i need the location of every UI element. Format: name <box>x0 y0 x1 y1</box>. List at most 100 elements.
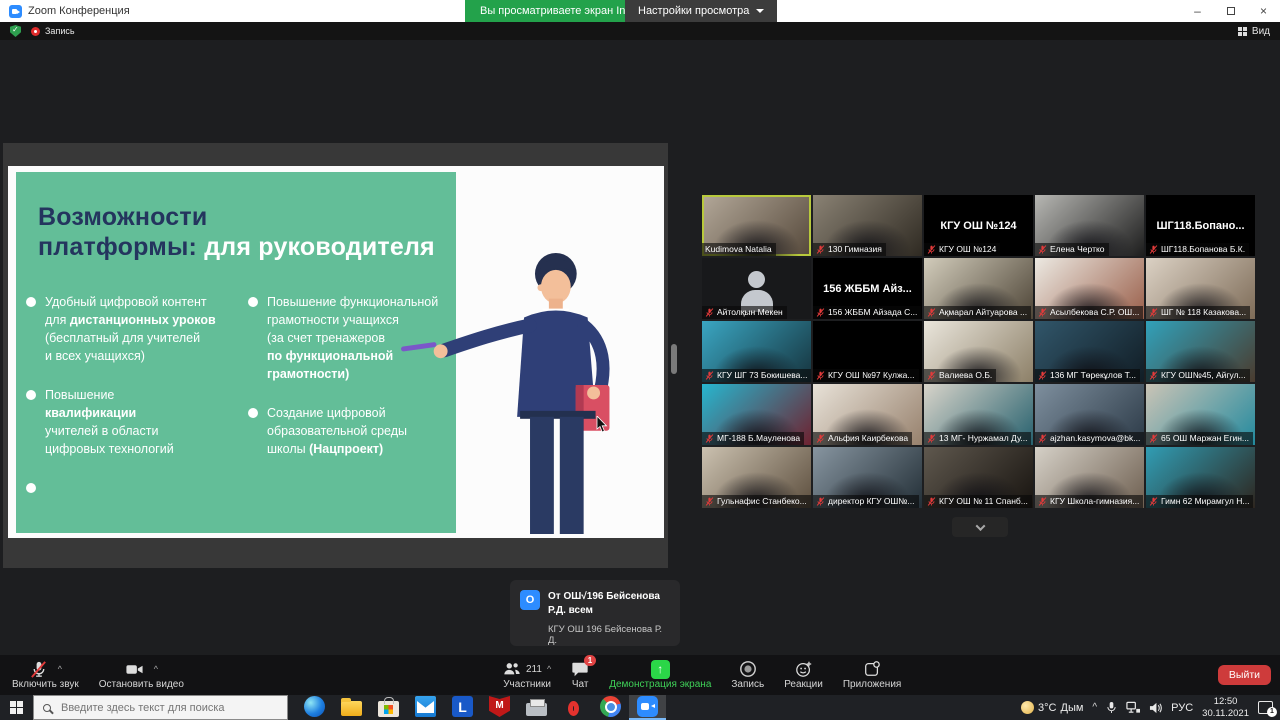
taskbar-app-zoom[interactable] <box>629 695 666 720</box>
collapse-gallery-button[interactable] <box>952 517 1008 537</box>
taskbar-app-edge[interactable] <box>296 695 333 720</box>
participant-tile[interactable]: директор КГУ ОШ№... <box>813 447 922 508</box>
muted-mic-icon <box>927 497 936 506</box>
maximize-button[interactable] <box>1214 0 1247 22</box>
view-settings-button[interactable]: Настройки просмотра <box>625 0 777 22</box>
bullet-dot <box>26 390 36 400</box>
participant-label: 136 МГ Төрекұлов Т... <box>1035 369 1140 382</box>
muted-mic-icon <box>816 497 825 506</box>
participant-tile[interactable]: Асылбекова С.Р. ОШ... <box>1035 258 1144 319</box>
record-button[interactable]: Запись <box>731 659 764 690</box>
weather-widget[interactable]: 3°C Дым <box>1021 701 1083 714</box>
chat-notification[interactable]: О От ОШ√196 Бейсенова Р.Д. всем КГУ ОШ 1… <box>510 580 680 646</box>
reactions-button[interactable]: Реакции <box>784 659 823 690</box>
participant-tile[interactable]: Альфия Каирбекова <box>813 384 922 445</box>
participant-tile[interactable]: 156 ЖББМ Айз...156 ЖББМ Айзада С... <box>813 258 922 319</box>
participant-tile[interactable]: КГУ ОШ №124КГУ ОШ №124 <box>924 195 1033 256</box>
participant-label: КГУ Школа-гимназия... <box>1035 495 1143 508</box>
taskbar-app-store[interactable] <box>370 695 407 720</box>
chat-notification-title: От ОШ√196 Бейсенова Р.Д. всем <box>548 590 670 617</box>
zoom-icon <box>637 696 658 717</box>
participant-tile[interactable]: Ақмарал Айтуарова ... <box>924 258 1033 319</box>
muted-mic-icon <box>927 434 936 443</box>
participant-tile[interactable]: Валиева О.Б. <box>924 321 1033 382</box>
slide-bullet: Создание цифровой образовательной среды … <box>248 404 460 458</box>
participant-tile[interactable]: ШГ № 118 Казакова... <box>1146 258 1255 319</box>
unmute-button[interactable]: ^ Включить звук <box>6 659 85 690</box>
participant-tile[interactable]: ajzhan.kasymova@bk... <box>1035 384 1144 445</box>
camera-icon <box>125 660 144 679</box>
taskbar-app-mcafee[interactable] <box>481 695 518 720</box>
mail-icon <box>415 696 436 717</box>
share-screen-button[interactable]: Демонстрация экрана <box>609 659 711 690</box>
scrollbar-thumb[interactable] <box>671 344 677 374</box>
minimize-button[interactable]: – <box>1181 0 1214 22</box>
participant-tile[interactable]: Айтолқын Мекен <box>702 258 811 319</box>
muted-mic-icon <box>1149 434 1158 443</box>
notification-badge: 1 <box>1267 707 1277 717</box>
leave-meeting-button[interactable]: Выйти <box>1218 665 1271 685</box>
participant-tile[interactable]: Елена Чертко <box>1035 195 1144 256</box>
taskbar-app-chrome[interactable] <box>592 695 629 720</box>
start-button[interactable] <box>0 695 33 720</box>
language-indicator[interactable]: РУС <box>1171 702 1193 714</box>
participant-tile[interactable]: КГУ ОШ №97 Кулжа... <box>813 321 922 382</box>
participant-tile[interactable]: КГУ Школа-гимназия... <box>1035 447 1144 508</box>
close-button[interactable]: × <box>1247 0 1280 22</box>
participant-tile[interactable]: КГУ ОШ № 11 Спанб... <box>924 447 1033 508</box>
notification-center-icon[interactable]: 1 <box>1258 701 1273 714</box>
window-titlebar: Zoom Конференция Вы просматриваете экран… <box>0 0 1280 22</box>
participant-tile[interactable]: 13 МГ- Нуржамал Ду... <box>924 384 1033 445</box>
participant-tile[interactable]: КГУ ШГ 73 Бокишева... <box>702 321 811 382</box>
participant-label: Айтолқын Мекен <box>702 306 787 319</box>
participant-label: Асылбекова С.Р. ОШ... <box>1035 306 1143 319</box>
video-options-caret[interactable]: ^ <box>154 665 158 674</box>
participant-name: 13 МГ- Нуржамал Ду... <box>939 433 1027 443</box>
stop-video-button[interactable]: ^ Остановить видео <box>93 659 190 690</box>
windows-taskbar: 3°C Дым ^ РУС 12:50 30.11.2021 1 <box>0 695 1280 720</box>
security-shield-icon[interactable] <box>10 25 21 37</box>
participant-label: 156 ЖББМ Айзада С... <box>813 306 921 319</box>
participants-button[interactable]: 211 ^ Участники <box>503 659 551 690</box>
participant-tile[interactable]: Гульнафис Станбеко... <box>702 447 811 508</box>
participant-tile[interactable]: 65 ОШ Маржан Егин... <box>1146 384 1255 445</box>
taskbar-search[interactable] <box>33 695 288 720</box>
zoom-app-icon <box>9 5 22 18</box>
participant-tile[interactable]: МГ-188 Б.Мауленова <box>702 384 811 445</box>
muted-mic-icon <box>927 371 936 380</box>
participant-label: 130 Гимназия <box>813 243 886 256</box>
taskbar-app-printer[interactable] <box>518 695 555 720</box>
participants-caret[interactable]: ^ <box>547 665 551 674</box>
participant-tile[interactable]: 130 Гимназия <box>813 195 922 256</box>
participant-tile[interactable]: ШГ118.Бопано...ШГ118.Бопанова Б.К. <box>1146 195 1255 256</box>
chat-label: Чат <box>572 679 589 690</box>
tray-mic-icon[interactable] <box>1106 701 1117 714</box>
taskbar-app-mail[interactable] <box>407 695 444 720</box>
participant-label: ШГ № 118 Казакова... <box>1146 306 1250 319</box>
taskbar-app-explorer[interactable] <box>333 695 370 720</box>
network-icon[interactable] <box>1126 701 1140 714</box>
muted-mic-icon <box>1149 371 1158 380</box>
participant-label: Альфия Каирбекова <box>813 432 912 445</box>
printer-icon <box>526 703 547 716</box>
mic-muted-icon <box>29 660 48 679</box>
participant-name: Валиева О.Б. <box>939 370 992 380</box>
bullet-dot <box>26 483 36 493</box>
taskbar-app-lapp[interactable] <box>444 695 481 720</box>
volume-icon[interactable] <box>1149 702 1162 714</box>
participant-name: КГУ Школа-гимназия... <box>1050 496 1139 506</box>
tray-expand-caret[interactable]: ^ <box>1092 702 1097 713</box>
audio-options-caret[interactable]: ^ <box>58 665 62 674</box>
participant-tile[interactable]: Kudimova Natalia <box>702 195 811 256</box>
clock[interactable]: 12:50 30.11.2021 <box>1202 696 1249 719</box>
view-button[interactable]: Вид <box>1238 26 1270 37</box>
chat-button[interactable]: 1 Чат <box>571 659 589 690</box>
search-input[interactable] <box>59 701 278 715</box>
apps-button[interactable]: Приложения <box>843 659 902 690</box>
recording-icon[interactable] <box>31 27 40 36</box>
participant-tile[interactable]: 136 МГ Төрекұлов Т... <box>1035 321 1144 382</box>
participant-tile[interactable]: КГУ ОШ№45, Айгул... <box>1146 321 1255 382</box>
taskbar-app-opera[interactable] <box>555 695 592 720</box>
participant-tile[interactable]: Гимн 62 Мирамгул Н... <box>1146 447 1255 508</box>
muted-mic-icon <box>816 308 825 317</box>
